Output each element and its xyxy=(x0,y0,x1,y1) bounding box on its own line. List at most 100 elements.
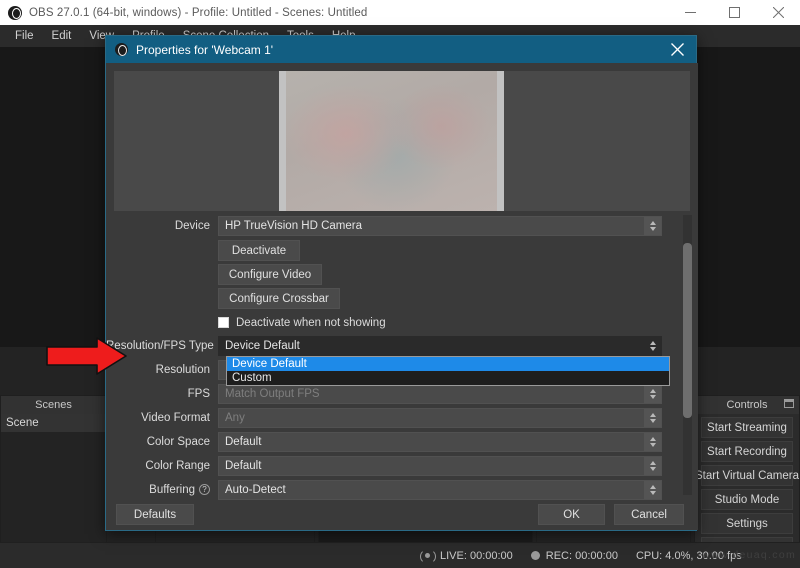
scenes-dock-header: Scenes xyxy=(1,396,106,414)
dialog-close-icon[interactable] xyxy=(658,36,696,63)
start-streaming-label: Start Streaming xyxy=(707,422,787,434)
broadcast-icon xyxy=(420,550,434,561)
start-recording-label: Start Recording xyxy=(707,446,787,458)
dialog-title: Properties for 'Webcam 1' xyxy=(136,43,273,57)
resolution-fps-type-value: Device Default xyxy=(225,340,300,352)
video-format-select[interactable]: Any xyxy=(218,408,662,428)
buffering-select[interactable]: Auto-Detect xyxy=(218,480,662,500)
window-controls xyxy=(668,0,800,25)
fps-select[interactable]: Match Output FPS xyxy=(218,384,662,404)
ok-button-label: OK xyxy=(563,509,580,521)
webcam-preview-image xyxy=(279,71,504,211)
buffering-row: Buffering ? Auto-Detect xyxy=(106,479,680,500)
video-format-row: Video Format Any xyxy=(106,407,680,428)
obs-application-window: Scenes Scene + − ︿ ﹀ Sources Webcam 1 xyxy=(0,0,800,568)
fps-value: Match Output FPS xyxy=(225,388,320,400)
record-dot-icon xyxy=(531,551,540,560)
undock-icon[interactable] xyxy=(784,399,794,408)
resolution-fps-type-dropdown[interactable]: Device Default Custom xyxy=(226,356,670,386)
deactivate-when-not-showing-label: Deactivate when not showing xyxy=(236,317,386,329)
configure-crossbar-button-label: Configure Crossbar xyxy=(229,293,329,305)
checkbox-box-icon[interactable] xyxy=(218,317,229,328)
scenes-dock-title: Scenes xyxy=(35,399,72,411)
obs-logo-icon xyxy=(8,6,22,20)
fps-row: FPS Match Output FPS xyxy=(106,383,680,404)
window-title: OBS 27.0.1 (64-bit, windows) - Profile: … xyxy=(29,7,367,19)
configure-video-row: Configure Video xyxy=(106,264,680,285)
deactivate-when-not-showing-row: Deactivate when not showing xyxy=(106,312,680,333)
buffering-label: Buffering xyxy=(149,484,195,496)
dropdown-option-label: Device Default xyxy=(232,358,307,370)
color-range-select[interactable]: Default xyxy=(218,456,662,476)
resolution-fps-type-select[interactable]: Device Default xyxy=(218,336,662,356)
dropdown-option-custom[interactable]: Custom xyxy=(227,371,669,385)
cancel-button[interactable]: Cancel xyxy=(614,504,684,525)
color-range-value: Default xyxy=(225,460,261,472)
studio-mode-button[interactable]: Studio Mode xyxy=(701,489,793,510)
configure-video-button-label: Configure Video xyxy=(229,269,311,281)
buffering-value: Auto-Detect xyxy=(225,484,286,496)
dialog-footer: Defaults OK Cancel xyxy=(106,501,698,530)
configure-crossbar-button[interactable]: Configure Crossbar xyxy=(218,288,340,309)
device-row: Device HP TrueVision HD Camera xyxy=(106,215,680,236)
minimize-icon[interactable] xyxy=(668,0,712,25)
resolution-fps-type-row: Resolution/FPS Type Device Default xyxy=(106,335,680,356)
controls-dock-title: Controls xyxy=(727,399,768,411)
scene-list-item-label: Scene xyxy=(6,417,39,429)
start-virtual-camera-button[interactable]: Start Virtual Camera xyxy=(701,465,793,486)
statusbar: LIVE: 00:00:00 REC: 00:00:00 CPU: 4.0%, … xyxy=(0,542,800,568)
cancel-button-label: Cancel xyxy=(631,509,667,521)
close-icon[interactable] xyxy=(756,0,800,25)
properties-dialog: Properties for 'Webcam 1' Device HP T xyxy=(105,35,697,531)
ok-button[interactable]: OK xyxy=(538,504,605,525)
spinner-arrows-icon[interactable] xyxy=(644,433,661,451)
color-space-label: Color Space xyxy=(106,436,218,448)
rec-status-label: REC: 00:00:00 xyxy=(546,550,618,562)
window-titlebar: OBS 27.0.1 (64-bit, windows) - Profile: … xyxy=(0,0,800,25)
color-space-select[interactable]: Default xyxy=(218,432,662,452)
dialog-content: Device HP TrueVision HD Camera Deactivat… xyxy=(106,63,698,503)
video-format-label: Video Format xyxy=(106,412,218,424)
controls-dock-header: Controls xyxy=(695,396,799,414)
configure-video-button[interactable]: Configure Video xyxy=(218,264,322,285)
device-label: Device xyxy=(106,220,218,232)
color-range-row: Color Range Default xyxy=(106,455,680,476)
spinner-arrows-icon[interactable] xyxy=(644,481,661,499)
spinner-arrows-icon[interactable] xyxy=(644,457,661,475)
settings-button[interactable]: Settings xyxy=(701,513,793,534)
webcam-preview xyxy=(114,71,690,211)
dropdown-option-device-default[interactable]: Device Default xyxy=(227,357,669,371)
obs-logo-icon xyxy=(115,43,128,56)
defaults-button[interactable]: Defaults xyxy=(116,504,194,525)
start-streaming-button[interactable]: Start Streaming xyxy=(701,417,793,438)
menu-edit[interactable]: Edit xyxy=(43,28,81,44)
properties-form: Device HP TrueVision HD Camera Deactivat… xyxy=(106,215,698,503)
color-range-label: Color Range xyxy=(106,460,218,472)
live-status: LIVE: 00:00:00 xyxy=(420,550,513,562)
spinner-arrows-icon[interactable] xyxy=(644,337,661,355)
red-arrow-right-icon xyxy=(45,336,128,376)
deactivate-button[interactable]: Deactivate xyxy=(218,240,300,261)
deactivate-row: Deactivate xyxy=(106,240,680,261)
video-format-value: Any xyxy=(225,412,245,424)
live-status-label: LIVE: 00:00:00 xyxy=(440,550,513,562)
spinner-arrows-icon[interactable] xyxy=(644,385,661,403)
dropdown-option-label: Custom xyxy=(232,372,272,384)
spinner-arrows-icon[interactable] xyxy=(644,217,661,235)
buffering-label-wrap: Buffering ? xyxy=(106,484,218,496)
spinner-arrows-icon[interactable] xyxy=(644,409,661,427)
maximize-icon[interactable] xyxy=(712,0,756,25)
device-select[interactable]: HP TrueVision HD Camera xyxy=(218,216,662,236)
settings-label: Settings xyxy=(726,518,768,530)
menu-file[interactable]: File xyxy=(6,28,43,44)
help-circle-icon[interactable]: ? xyxy=(199,484,210,495)
fps-label: FPS xyxy=(106,388,218,400)
start-virtual-camera-label: Start Virtual Camera xyxy=(695,470,799,482)
watermark: www.deuaq.com xyxy=(702,549,796,561)
color-space-row: Color Space Default xyxy=(106,431,680,452)
start-recording-button[interactable]: Start Recording xyxy=(701,441,793,462)
rec-status: REC: 00:00:00 xyxy=(531,550,618,562)
scene-list-item[interactable]: Scene xyxy=(1,414,106,432)
deactivate-button-label: Deactivate xyxy=(232,245,286,257)
deactivate-when-not-showing-checkbox[interactable]: Deactivate when not showing xyxy=(218,317,386,329)
